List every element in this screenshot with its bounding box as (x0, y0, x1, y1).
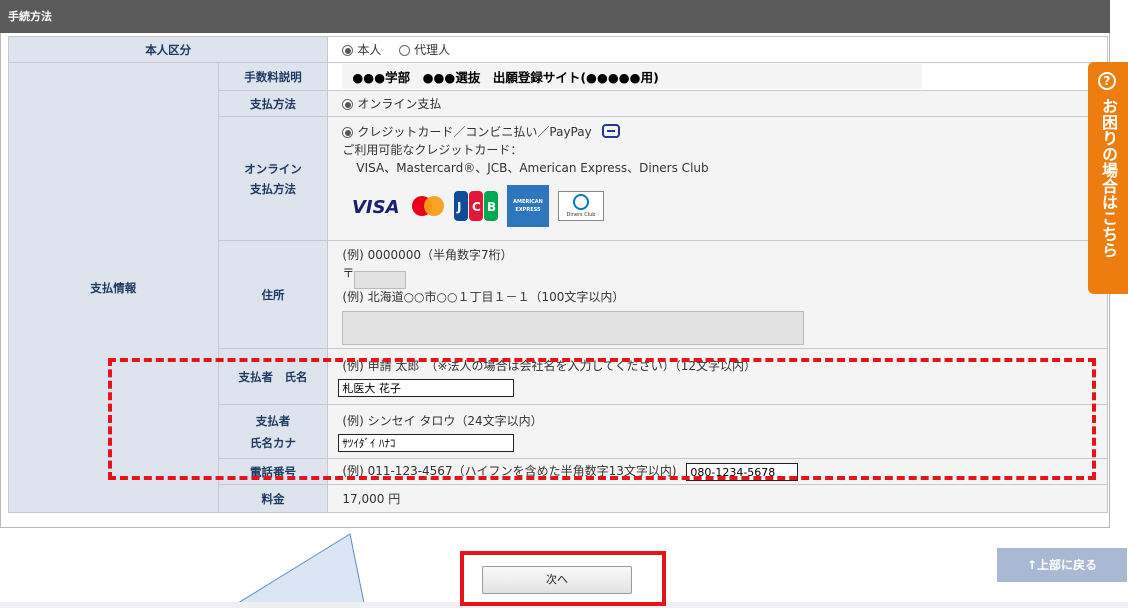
help-text: お困りの場合はこちら (1099, 98, 1118, 258)
identity-self-label[interactable]: 本人 (357, 43, 381, 57)
identity-options: 本人 代理人 (327, 36, 1108, 63)
diners-logo-icon: Diners Club (557, 191, 604, 224)
amex-logo-icon: AMERICAN EXPRESS (506, 185, 549, 230)
credit-convenience-radio[interactable] (342, 127, 354, 138)
svg-text:Diners Club: Diners Club (566, 212, 595, 218)
svg-text:C: C (472, 200, 481, 214)
online-method-label: オンライン 支払方法 (217, 116, 329, 241)
address-example: (例) 北海道○○市○○１丁目１－１（100文字以内） (342, 290, 625, 304)
address-label: 住所 (217, 240, 329, 349)
payment-method-label: 支払方法 (217, 90, 329, 117)
identity-label: 本人区分 (7, 36, 329, 63)
cards-list: VISA、Mastercard®、JCB、American Express、Di… (356, 161, 709, 175)
mastercard-logo-icon (411, 195, 445, 220)
online-payment-radio[interactable] (342, 99, 354, 110)
svg-text:J: J (456, 200, 461, 214)
card-logos: VISA J C B AMERICAN EXPRESS Diners Club (342, 185, 1106, 229)
cards-caption: ご利用可能なクレジットカード： (342, 143, 523, 157)
zip-input[interactable] (354, 271, 407, 289)
fee-value: 17,000 円 (327, 484, 1108, 513)
callout-pointer (229, 533, 366, 608)
identity-row: 本人区分 本人 代理人 (7, 36, 1108, 63)
question-circle-icon: ? (1098, 72, 1116, 90)
fee-label: 料金 (217, 484, 329, 513)
section-header: 手続方法 (0, 0, 1110, 33)
payer-highlight-box (108, 358, 1096, 480)
fee-description-value: ●●●学部 ●●●選抜 出願登録サイト(●●●●●用) (342, 64, 923, 89)
svg-text:AMERICAN: AMERICAN (513, 199, 543, 205)
svg-text:EXPRESS: EXPRESS (515, 207, 541, 213)
help-side-tab[interactable]: ? お困りの場合はこちら (1088, 62, 1128, 294)
jcb-logo-icon: J C B (454, 191, 499, 224)
zip-example: (例) 0000000（半角数字7桁） (342, 248, 513, 262)
zip-mark: 〒 (342, 266, 355, 280)
collapse-minus-icon[interactable] (601, 124, 620, 138)
fee-description-label: 手数料説明 (217, 62, 329, 91)
payment-method-value: オンライン支払 (357, 97, 442, 111)
identity-proxy-label[interactable]: 代理人 (414, 43, 450, 57)
svg-text:B: B (487, 200, 496, 214)
visa-logo-icon: VISA (352, 196, 402, 219)
back-to-top-button[interactable]: ↑上部に戻る (997, 548, 1127, 582)
fee-description-row: 支払情報 手数料説明 ●●●学部 ●●●選抜 出願登録サイト(●●●●●用) (8, 62, 1108, 513)
next-button-highlight (460, 551, 666, 606)
online-method-option[interactable]: クレジットカード／コンビニ払い／PayPay (357, 125, 591, 139)
svg-text:VISA: VISA (352, 197, 400, 216)
address-textarea[interactable] (342, 311, 805, 345)
identity-self-radio[interactable] (342, 45, 354, 56)
identity-proxy-radio[interactable] (399, 45, 411, 56)
